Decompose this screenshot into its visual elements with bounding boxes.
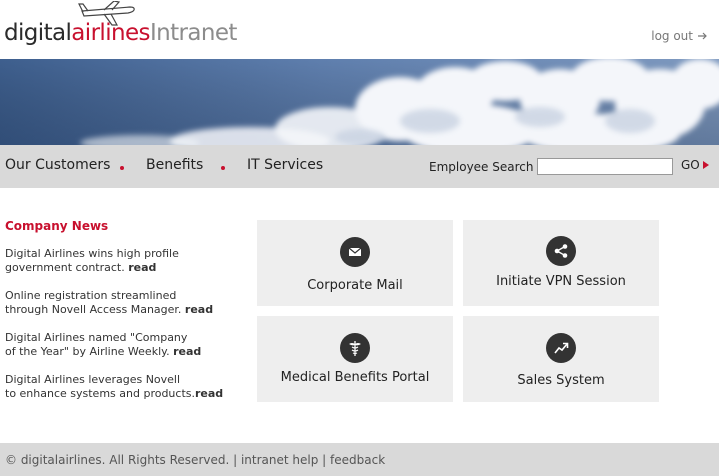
news-item: Digital Airlines leverages Novell to enh… [5,373,245,401]
tile-label: Corporate Mail [307,278,403,293]
site-logo[interactable]: digitalairlinesIntranet [4,19,237,47]
nav-separator [221,166,225,170]
news-text-line: government contract. [5,261,125,274]
main-nav: Our Customers Benefits IT Services Emplo… [0,145,719,188]
network-icon [546,236,576,266]
tile-label: Medical Benefits Portal [280,370,430,385]
news-text-line: Digital Airlines leverages Novell [5,373,181,386]
tile-medical-benefits-portal[interactable]: Medical Benefits Portal [257,316,453,402]
news-text-line: of the Year" by Airline Weekly. [5,345,170,358]
caduceus-icon [340,333,370,363]
employee-search-label: Employee Search [429,160,534,174]
news-item: Online registration streamlined through … [5,289,245,317]
nav-separator [120,166,124,170]
read-link[interactable]: read [185,303,213,316]
tile-label: Initiate VPN Session [496,274,626,289]
nav-item-our-customers[interactable]: Our Customers [5,157,110,173]
sky-banner [0,59,719,145]
tile-corporate-mail[interactable]: Corporate Mail [257,220,453,306]
clouds-image [0,59,719,145]
tile-sales-system[interactable]: Sales System [463,316,659,402]
logo-part-intranet: Intranet [149,20,237,46]
logout-link[interactable]: log out [651,29,708,43]
footer-text: © digitalairlines. All Rights Reserved. … [5,453,385,467]
mail-icon [340,237,370,267]
nav-item-benefits[interactable]: Benefits [146,157,203,173]
feedback-link[interactable]: feedback [330,453,385,467]
read-link[interactable]: read [128,261,156,274]
arrow-right-icon [698,32,707,40]
company-news-title: Company News [5,219,109,233]
intranet-help-link[interactable]: intranet help [241,453,318,467]
news-text-line: Digital Airlines named "Company [5,331,188,344]
nav-item-it-services[interactable]: IT Services [247,157,323,173]
copyright-text: © digitalairlines. All Rights Reserved. [5,453,230,467]
read-link[interactable]: read [173,345,201,358]
news-text-line: Digital Airlines wins high profile [5,247,179,260]
news-item: Digital Airlines named "Company of the Y… [5,331,245,359]
header: digitalairlinesIntranet log out [0,0,719,59]
company-news: Company News Digital Airlines wins high … [5,219,245,415]
footer: © digitalairlines. All Rights Reserved. … [0,443,719,476]
footer-separator: | [229,453,241,467]
footer-separator: | [318,453,331,467]
logo-part-airlines: airlines [71,20,150,46]
go-button[interactable]: GO [681,158,709,172]
news-item: Digital Airlines wins high profile gover… [5,247,245,275]
news-text-line: to enhance systems and products. [5,387,195,400]
news-text-line: through Novell Access Manager. [5,303,182,316]
tile-initiate-vpn-session[interactable]: Initiate VPN Session [463,220,659,306]
logout-label: log out [651,29,693,43]
read-link[interactable]: read [195,387,223,400]
go-label: GO [681,158,700,172]
logo-part-digital: digital [4,20,72,46]
tile-label: Sales System [517,373,605,388]
triangle-right-icon [702,161,709,169]
trend-icon [546,333,576,363]
employee-search-input[interactable] [537,158,673,175]
news-text-line: Online registration streamlined [5,289,177,302]
